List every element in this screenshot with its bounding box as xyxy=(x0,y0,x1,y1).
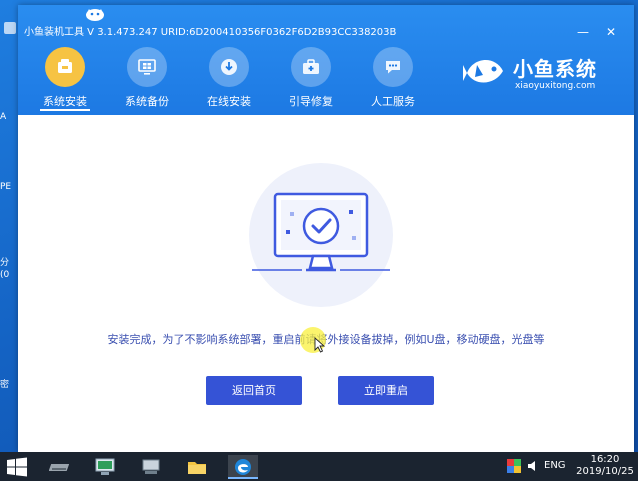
chat-icon xyxy=(386,61,400,74)
nav-label: 系统安装 xyxy=(30,93,100,111)
nav-label: 人工服务 xyxy=(371,95,415,108)
desktop-icon-label[interactable]: PE xyxy=(0,182,11,192)
edge-icon xyxy=(235,459,251,475)
minimize-button[interactable]: — xyxy=(576,25,590,39)
brand-logo: 小鱼系统 xiaoyuxitong.com xyxy=(463,49,613,97)
nav-label: 引导修复 xyxy=(289,95,333,108)
desktop-icon-label[interactable]: 密 xyxy=(0,380,9,390)
drive-icon xyxy=(4,22,16,34)
nav-item-online-install[interactable]: 在线安装 xyxy=(194,47,264,108)
mouse-cursor-icon xyxy=(314,337,326,353)
folder-icon xyxy=(188,462,206,474)
desktop-icon-label[interactable]: (0 xyxy=(0,270,9,280)
nav-item-system-install[interactable]: 系统安装 xyxy=(30,47,100,111)
download-icon xyxy=(221,59,237,75)
install-icon xyxy=(58,59,72,73)
taskbar: ENG 16:20 2019/10/25 xyxy=(0,452,638,481)
main-content: 安装完成，为了不影响系统部署，重启前请将外接设备拔掉，例如U盘，移动硬盘，光盘等… xyxy=(18,115,634,452)
color-tray-icon[interactable] xyxy=(507,459,521,473)
back-to-home-button[interactable]: 返回首页 xyxy=(206,376,302,405)
restart-now-button[interactable]: 立即重启 xyxy=(338,376,434,405)
input-language[interactable]: ENG xyxy=(544,460,566,471)
taskbar-app-explorer[interactable] xyxy=(182,455,212,479)
taskbar-app-network[interactable] xyxy=(136,455,166,479)
computer-icon xyxy=(95,458,115,475)
toolbox-icon xyxy=(303,59,319,74)
app-header: 小鱼装机工具 V 3.1.473.247 URID:6D200410356F03… xyxy=(18,5,634,115)
taskbar-app-computer[interactable] xyxy=(90,455,120,479)
taskbar-clock[interactable]: 16:20 2019/10/25 xyxy=(574,454,636,478)
close-button[interactable]: ✕ xyxy=(604,25,618,39)
windows-start-icon[interactable] xyxy=(6,457,28,477)
taskbar-app-edge[interactable] xyxy=(228,455,258,479)
storage-icon xyxy=(49,464,69,471)
install-complete-message: 安装完成，为了不影响系统部署，重启前请将外接设备拔掉，例如U盘，移动硬盘，光盘等 xyxy=(107,333,545,346)
clock-time: 16:20 xyxy=(590,454,620,465)
desktop-icon[interactable] xyxy=(0,18,20,38)
nav-label: 系统备份 xyxy=(125,95,169,108)
nav-item-human-service[interactable]: 人工服务 xyxy=(358,47,428,108)
windows-backup-icon xyxy=(138,59,156,75)
brand-title: 小鱼系统 xyxy=(513,57,597,81)
window-title: 小鱼装机工具 V 3.1.473.247 URID:6D200410356F03… xyxy=(24,27,397,38)
install-complete-illustration xyxy=(249,163,393,307)
fish-mascot-icon xyxy=(86,9,104,21)
taskbar-app-storage[interactable] xyxy=(44,455,74,479)
clock-date: 2019/10/25 xyxy=(576,466,634,477)
desktop-icon-label[interactable]: 分 xyxy=(0,258,9,268)
nav-label: 在线安装 xyxy=(207,95,251,108)
desktop-icon-label[interactable]: A xyxy=(0,112,6,122)
brand-subtitle: xiaoyuxitong.com xyxy=(515,81,596,91)
installer-window: 小鱼装机工具 V 3.1.473.247 URID:6D200410356F03… xyxy=(18,5,634,452)
nav-item-boot-repair[interactable]: 引导修复 xyxy=(276,47,346,108)
fish-logo-icon xyxy=(463,59,503,83)
nav-item-system-backup[interactable]: 系统备份 xyxy=(112,47,182,108)
volume-icon[interactable] xyxy=(526,459,540,473)
network-icon xyxy=(142,459,160,474)
